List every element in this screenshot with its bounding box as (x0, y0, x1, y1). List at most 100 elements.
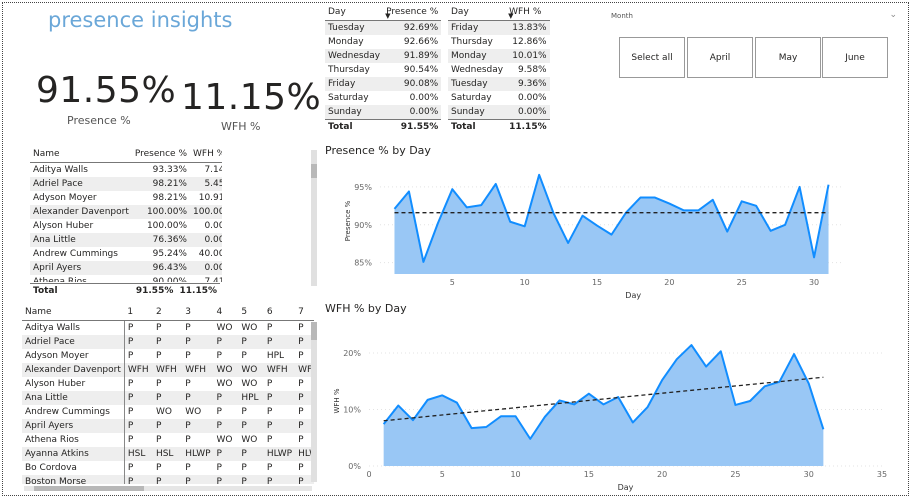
x-axis-label: Day (625, 291, 641, 300)
scrollbar-thumb[interactable] (34, 486, 144, 491)
chevron-down-icon[interactable]: ⌄ (889, 10, 897, 20)
table-row[interactable]: Aditya Walls 93.33% 7.14% (30, 162, 222, 177)
column-header-day-3[interactable]: 3 (182, 304, 214, 321)
status-cell: P (213, 334, 239, 349)
matrix-horizontal-scrollbar[interactable] (24, 486, 312, 491)
table-row[interactable]: Athena Rios 90.00% 7.41% (30, 275, 222, 283)
name-cell: Adriel Pace (22, 334, 125, 349)
slicer-option-june[interactable]: June (822, 37, 888, 78)
column-header-name[interactable]: Name (30, 146, 132, 163)
column-header-presence[interactable]: Presence % (131, 146, 190, 163)
value-cell: 90.54% (403, 64, 439, 75)
matrix-vertical-scrollbar[interactable] (311, 322, 317, 482)
status-cell: P (263, 334, 296, 349)
day-cell: Friday (325, 76, 384, 91)
column-header-presence[interactable]: Presence % ▼ (383, 4, 442, 21)
total-presence: 91.55% (124, 283, 177, 298)
total-value: 91.55% (383, 118, 442, 134)
table-row[interactable]: Friday 13.83% (448, 20, 550, 35)
table-row[interactable]: Sunday 0.00% (325, 104, 442, 119)
table-row[interactable]: Sunday 0.00% (448, 104, 550, 119)
status-cell: P (123, 376, 153, 391)
status-cell: P (152, 390, 183, 405)
name-table-scrollbar[interactable] (311, 150, 317, 286)
table-row[interactable]: Wednesday 91.89% (325, 48, 442, 63)
status-cell: P (123, 460, 153, 475)
sort-desc-icon: ▼ (385, 11, 391, 20)
column-header-day-2[interactable]: 2 (152, 304, 183, 321)
table-row[interactable]: Adriel Pace98.21%5.45% (30, 176, 222, 191)
table-row[interactable]: Adyson Moyer P P P P P HPL P (22, 348, 314, 363)
table-row[interactable]: Ana Little P P P P HPL P P (22, 390, 314, 405)
status-cell: P (152, 474, 183, 484)
table-row[interactable]: Friday 90.08% (325, 76, 442, 91)
table-row[interactable]: Saturday 0.00% (325, 91, 441, 105)
presence-cell: 98.21% (131, 176, 190, 191)
table-row[interactable]: Alexander DavenportWFHWFHWFHWOWOWFHWFH (22, 362, 314, 377)
y-axis-label: WFH % (333, 388, 341, 413)
table-row[interactable]: Athena Rios P P P WO WO P P (22, 432, 314, 447)
presence-by-day-chart: 85% 90% 95% 5 10 15 20 25 30 Day Presence % (344, 173, 843, 300)
status-cell: P (123, 320, 153, 335)
table-row[interactable]: Ayanna AtkinsHSLHSLHLWPPPHLWPHLW (22, 446, 314, 461)
x-tick-label: 25 (737, 278, 747, 287)
table-row[interactable]: Tuesday 92.69% (325, 20, 442, 35)
column-header-day-4[interactable]: 4 (213, 304, 239, 321)
column-header-day-5[interactable]: 5 (238, 304, 264, 321)
table-row[interactable]: Bo Cordova P P P P P P P (22, 460, 314, 475)
x-tick-label: 0 (366, 470, 371, 479)
status-cell: HLWP (263, 446, 296, 461)
status-cell: P (123, 404, 153, 419)
column-header-wfh[interactable]: WFH % (190, 146, 222, 163)
y-tick-label: 85% (354, 259, 372, 268)
table-row[interactable]: Ana Little76.36%0.00% (30, 232, 222, 247)
status-cell: WO (241, 434, 258, 445)
table-row[interactable]: Thursday 12.86% (448, 35, 550, 49)
x-tick-label: 15 (592, 278, 602, 287)
column-header-wfh[interactable]: WFH % ▼ (506, 4, 550, 21)
column-header-day-6[interactable]: 6 (263, 304, 296, 321)
column-header-day[interactable]: Day (325, 4, 384, 21)
table-row[interactable]: Boston Morse P P P P P P P (22, 474, 314, 484)
column-header-day-7[interactable]: 7 (295, 304, 314, 321)
value-cell: 90.08% (383, 76, 442, 91)
name-cell: April Ayers (30, 260, 132, 275)
table-row[interactable]: Monday 92.66% (325, 35, 441, 49)
column-header-name[interactable]: Name (22, 304, 125, 321)
slicer-option-select-all[interactable]: Select all (619, 37, 685, 78)
day-cell: Monday (328, 36, 364, 47)
table-row[interactable]: Adyson Moyer 98.21% 10.91% (30, 191, 222, 205)
table-row[interactable]: Alyson Huber P P P WO WO P P (22, 376, 314, 391)
page-title: presence insights (48, 8, 233, 32)
wfh-cell: 0.00% (190, 232, 222, 247)
status-cell: P (123, 390, 153, 405)
scrollbar-thumb[interactable] (311, 322, 317, 340)
wfh-kpi-value: 11.15% (181, 77, 322, 118)
month-slicer: Month ⌄ Select all April May June (611, 10, 899, 78)
status-cell: P (155, 378, 162, 389)
table-row[interactable]: Wednesday 9.58% (448, 63, 550, 77)
day-cell: Tuesday (325, 20, 384, 35)
table-row[interactable]: Alexander Davenport100.00%100.00% (30, 204, 222, 219)
slicer-option-may[interactable]: May (755, 37, 821, 78)
table-row[interactable]: Tuesday 9.36% (448, 76, 550, 91)
slicer-option-april[interactable]: April (687, 37, 753, 78)
column-header-day[interactable]: Day (448, 4, 507, 21)
status-cell: P (238, 446, 264, 461)
table-row[interactable]: Alyson Huber 100.00% 0.00% (30, 219, 222, 233)
table-row[interactable]: Thursday 90.54% (325, 63, 441, 77)
column-header-day-1[interactable]: 1 (124, 304, 153, 321)
table-row[interactable]: Monday 10.01% (448, 48, 550, 63)
name-cell: Athena Rios (33, 276, 87, 283)
presence-cell: 100.00% (146, 220, 187, 231)
table-row[interactable]: Saturday 0.00% (448, 91, 550, 105)
table-row[interactable]: Adriel Pace P P P P P P P (22, 334, 314, 349)
table-row[interactable]: April Ayers P P P P P P P (22, 418, 314, 433)
presence-cell: 98.21% (152, 192, 187, 203)
table-row[interactable]: Andrew Cummings 95.24% 40.00% (30, 247, 222, 261)
scrollbar-thumb[interactable] (311, 164, 317, 178)
table-row[interactable]: April Ayers96.43%0.00% (30, 260, 222, 275)
day-cell: Tuesday (448, 76, 507, 91)
table-row[interactable]: Andrew Cummings P WO WO P P P P (22, 404, 314, 419)
table-row[interactable]: Aditya Walls P P P WO WO P P (22, 320, 314, 335)
